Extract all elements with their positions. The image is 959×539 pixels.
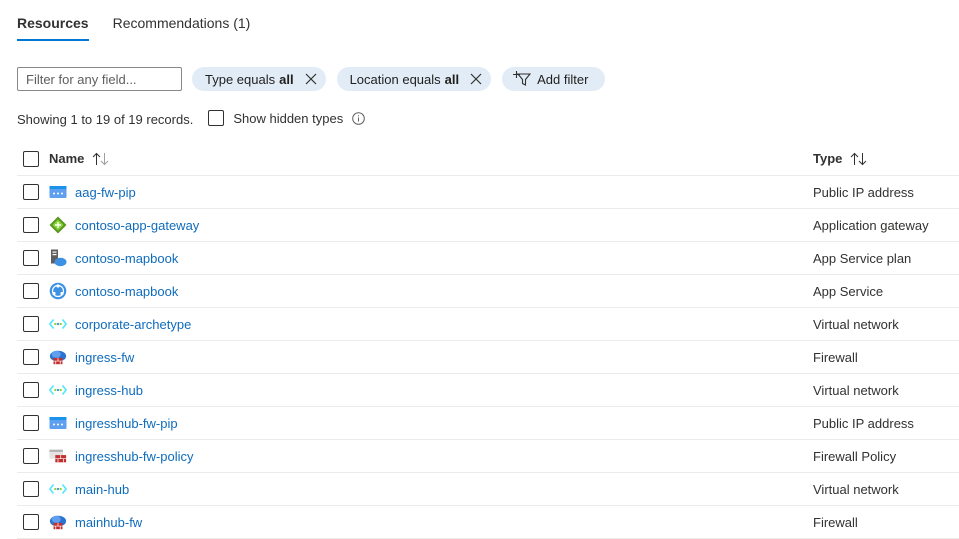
resource-name-link[interactable]: ingress-hub bbox=[75, 383, 143, 398]
resource-name-link[interactable]: ingresshub-fw-policy bbox=[75, 449, 194, 464]
add-filter-icon bbox=[513, 71, 532, 87]
tab-bar: Resources Recommendations (1) bbox=[17, 14, 274, 41]
resource-type: Public IP address bbox=[813, 415, 914, 431]
name-column-header[interactable]: Name bbox=[49, 151, 110, 166]
filter-input[interactable] bbox=[17, 67, 182, 91]
info-icon[interactable] bbox=[352, 111, 366, 125]
row-checkbox[interactable] bbox=[23, 217, 39, 233]
resource-name-link[interactable]: ingress-fw bbox=[75, 350, 134, 365]
location-filter-pill[interactable]: Location equals all bbox=[336, 67, 492, 91]
row-checkbox[interactable] bbox=[23, 448, 39, 464]
firewall-icon bbox=[49, 348, 67, 366]
resource-type: Virtual network bbox=[813, 481, 899, 497]
resource-type: Virtual network bbox=[813, 316, 899, 332]
table-row[interactable]: contoso-app-gateway Application gateway bbox=[17, 209, 959, 242]
name-cell: contoso-mapbook bbox=[49, 249, 178, 267]
table-row[interactable]: contoso-mapbook App Service bbox=[17, 275, 959, 308]
resource-name-link[interactable]: ingresshub-fw-pip bbox=[75, 416, 178, 431]
app-service-icon bbox=[49, 282, 67, 300]
location-filter-label: Location equals bbox=[349, 71, 441, 87]
name-cell: ingresshub-fw-policy bbox=[49, 447, 194, 465]
name-cell: contoso-mapbook bbox=[49, 282, 178, 300]
records-count: Showing 1 to 19 of 19 records. bbox=[17, 111, 194, 127]
row-checkbox[interactable] bbox=[23, 184, 39, 200]
virtual-network-icon bbox=[49, 480, 67, 498]
resources-table: Name Type aag-fw-pip Public IP address con… bbox=[17, 142, 959, 539]
close-icon[interactable] bbox=[304, 72, 318, 86]
resource-type: Firewall bbox=[813, 349, 858, 365]
name-cell: ingresshub-fw-pip bbox=[49, 414, 178, 432]
table-row[interactable]: corporate-archetype Virtual network bbox=[17, 308, 959, 341]
table-row[interactable]: ingresshub-fw-policy Firewall Policy bbox=[17, 440, 959, 473]
name-cell: contoso-app-gateway bbox=[49, 216, 199, 234]
name-cell: main-hub bbox=[49, 480, 129, 498]
table-header: Name Type bbox=[17, 142, 959, 176]
table-row[interactable]: main-hub Virtual network bbox=[17, 473, 959, 506]
row-checkbox[interactable] bbox=[23, 283, 39, 299]
name-cell: aag-fw-pip bbox=[49, 183, 136, 201]
row-checkbox[interactable] bbox=[23, 415, 39, 431]
type-filter-value: all bbox=[279, 71, 294, 87]
table-row[interactable]: aag-fw-pip Public IP address bbox=[17, 176, 959, 209]
resource-type: Application gateway bbox=[813, 217, 929, 233]
row-checkbox[interactable] bbox=[23, 382, 39, 398]
sort-icon[interactable] bbox=[92, 152, 110, 166]
select-all-checkbox[interactable] bbox=[23, 150, 39, 167]
location-filter-value: all bbox=[444, 71, 460, 87]
app-gateway-icon bbox=[49, 216, 67, 234]
public-ip-icon bbox=[49, 183, 67, 201]
resource-name-link[interactable]: corporate-archetype bbox=[75, 317, 191, 332]
tab-resources[interactable]: Resources bbox=[17, 14, 89, 41]
resource-name-link[interactable]: mainhub-fw bbox=[75, 515, 142, 530]
table-row[interactable]: contoso-mapbook App Service plan bbox=[17, 242, 959, 275]
firewall-policy-icon bbox=[49, 447, 67, 465]
resource-name-link[interactable]: contoso-app-gateway bbox=[75, 218, 199, 233]
table-row[interactable]: mainhub-fw Firewall bbox=[17, 506, 959, 539]
records-bar: Showing 1 to 19 of 19 records. Show hidd… bbox=[17, 108, 366, 128]
resource-name-link[interactable]: aag-fw-pip bbox=[75, 185, 136, 200]
show-hidden-label: Show hidden types bbox=[233, 110, 344, 126]
row-checkbox[interactable] bbox=[23, 316, 39, 332]
row-checkbox[interactable] bbox=[23, 481, 39, 497]
name-cell: mainhub-fw bbox=[49, 513, 142, 531]
row-checkbox[interactable] bbox=[23, 250, 39, 266]
virtual-network-icon bbox=[49, 381, 67, 399]
name-column-label: Name bbox=[49, 151, 85, 166]
table-row[interactable]: ingress-hub Virtual network bbox=[17, 374, 959, 407]
resource-type: Virtual network bbox=[813, 382, 899, 398]
add-filter-label: Add filter bbox=[537, 71, 589, 87]
show-hidden-types-toggle[interactable]: Show hidden types bbox=[208, 110, 343, 126]
table-row[interactable]: ingress-fw Firewall bbox=[17, 341, 959, 374]
show-hidden-checkbox[interactable] bbox=[208, 110, 225, 126]
close-icon[interactable] bbox=[469, 72, 483, 86]
name-cell: ingress-fw bbox=[49, 348, 134, 366]
type-column-label: Type bbox=[813, 151, 843, 166]
resource-name-link[interactable]: main-hub bbox=[75, 482, 129, 497]
row-checkbox[interactable] bbox=[23, 349, 39, 365]
sort-icon[interactable] bbox=[850, 152, 868, 166]
add-filter-button[interactable]: Add filter bbox=[502, 67, 606, 91]
resource-name-link[interactable]: contoso-mapbook bbox=[75, 251, 178, 266]
resource-name-link[interactable]: contoso-mapbook bbox=[75, 284, 178, 299]
type-column-header[interactable]: Type bbox=[813, 151, 868, 166]
resource-type: App Service plan bbox=[813, 250, 912, 266]
resource-type: Firewall Policy bbox=[813, 448, 897, 464]
firewall-icon bbox=[49, 513, 67, 531]
resource-type: App Service bbox=[813, 283, 884, 299]
name-cell: ingress-hub bbox=[49, 381, 143, 399]
filter-bar: Type equals all Location equals all Add … bbox=[17, 67, 616, 91]
virtual-network-icon bbox=[49, 315, 67, 333]
resource-type: Firewall bbox=[813, 514, 858, 530]
type-filter-pill[interactable]: Type equals all bbox=[192, 67, 326, 91]
public-ip-icon bbox=[49, 414, 67, 432]
tab-recommendations[interactable]: Recommendations (1) bbox=[113, 14, 251, 40]
resource-type: Public IP address bbox=[813, 184, 914, 200]
type-filter-label: Type equals bbox=[205, 71, 276, 87]
name-cell: corporate-archetype bbox=[49, 315, 191, 333]
app-service-plan-icon bbox=[49, 249, 67, 267]
table-row[interactable]: ingresshub-fw-pip Public IP address bbox=[17, 407, 959, 440]
